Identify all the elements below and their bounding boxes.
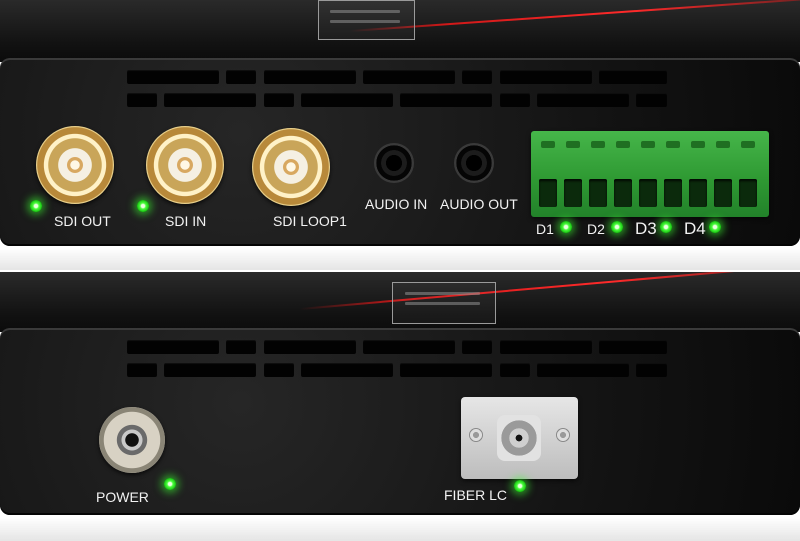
top-device: SDI OUT SDI IN SDI LOOP1 AUDIO IN AUDIO … (0, 0, 800, 248)
vent-slot (264, 340, 356, 354)
vent-slot (363, 340, 455, 354)
d3-led (660, 221, 672, 233)
bottom-device (0, 272, 800, 517)
d2-led (611, 221, 623, 233)
power-connector[interactable] (99, 407, 165, 473)
power-led (164, 478, 176, 490)
audio-out-label: AUDIO OUT (440, 196, 518, 212)
terminal-slot[interactable] (589, 179, 607, 207)
vent-slot (500, 93, 530, 107)
fiber-lc-label: FIBER LC (444, 487, 508, 503)
audio-in-jack[interactable] (374, 143, 414, 183)
vent-slot (537, 363, 629, 377)
vent-slot (500, 340, 592, 354)
vent-slot (226, 340, 256, 354)
sdi-in-connector[interactable] (146, 126, 224, 204)
sdi-out-connector[interactable] (36, 126, 114, 204)
sdi-in-led (137, 200, 149, 212)
terminal-slot[interactable] (539, 179, 557, 207)
vent-slot (127, 70, 219, 84)
terminal-screw (716, 141, 730, 148)
vent-slot (599, 70, 667, 84)
screw-icon (469, 428, 483, 442)
d4-label: D4 (684, 219, 706, 238)
vent-slot (363, 70, 455, 84)
fiber-lc-connector[interactable] (461, 397, 578, 479)
sdi-loop1-label: SDI LOOP1 (273, 213, 347, 229)
terminal-screw (566, 141, 580, 148)
vent-slot (164, 363, 256, 377)
screw-icon (556, 428, 570, 442)
vent-slot (400, 93, 492, 107)
vent-slot (462, 70, 492, 84)
audio-out-jack[interactable] (454, 143, 494, 183)
vent-slot (400, 363, 492, 377)
terminal-slot[interactable] (664, 179, 682, 207)
lid-print (330, 10, 400, 13)
terminal-screw (666, 141, 680, 148)
terminal-slot[interactable] (639, 179, 657, 207)
audio-in-label: AUDIO IN (365, 196, 428, 212)
sdi-out-label: SDI OUT (54, 213, 111, 229)
vent-slot (264, 70, 356, 84)
vent-slot (599, 340, 667, 354)
sdi-in-label: SDI IN (165, 213, 207, 229)
d3-label: D3 (635, 219, 657, 238)
top-device-reflection (0, 248, 800, 270)
terminal-screw (691, 141, 705, 148)
terminal-slot[interactable] (689, 179, 707, 207)
accent-stripe (349, 0, 800, 32)
vent-slot (500, 363, 530, 377)
vent-slot (462, 340, 492, 354)
terminal-screw (616, 141, 630, 148)
d1-label: D1 (536, 221, 554, 237)
terminal-screw (541, 141, 555, 148)
vent-slot (301, 93, 393, 107)
vent-slot (636, 93, 667, 107)
bottom-device-reflection (0, 517, 800, 541)
vent-slot (537, 93, 629, 107)
sdi-loop1-connector[interactable] (252, 128, 330, 206)
vent-slot (636, 363, 667, 377)
fiber-port[interactable] (497, 415, 541, 461)
terminal-slot[interactable] (714, 179, 732, 207)
vent-slot (127, 340, 219, 354)
vent-slot (164, 93, 256, 107)
vent-slot (264, 363, 294, 377)
terminal-screw (591, 141, 605, 148)
vent-slot (127, 93, 157, 107)
terminal-screw (741, 141, 755, 148)
d1-led (560, 221, 572, 233)
lid-print (330, 20, 400, 23)
fiber-lc-led (514, 480, 526, 492)
power-label: POWER (96, 489, 149, 505)
top-device-lid (0, 0, 800, 62)
vent-slot (500, 70, 592, 84)
vent-slot (127, 363, 157, 377)
accent-stripe (299, 272, 800, 310)
terminal-slot[interactable] (614, 179, 632, 207)
terminal-slot[interactable] (564, 179, 582, 207)
terminal-screw (641, 141, 655, 148)
d4-led (709, 221, 721, 233)
bottom-device-lid (0, 272, 800, 332)
vent-slot (301, 363, 393, 377)
data-terminal-block[interactable] (531, 131, 769, 217)
vent-slot (264, 93, 294, 107)
lid-print (405, 302, 480, 305)
sdi-out-led (30, 200, 42, 212)
lid-print (405, 292, 480, 295)
d2-label: D2 (587, 221, 605, 237)
vent-slot (226, 70, 256, 84)
terminal-slot[interactable] (739, 179, 757, 207)
